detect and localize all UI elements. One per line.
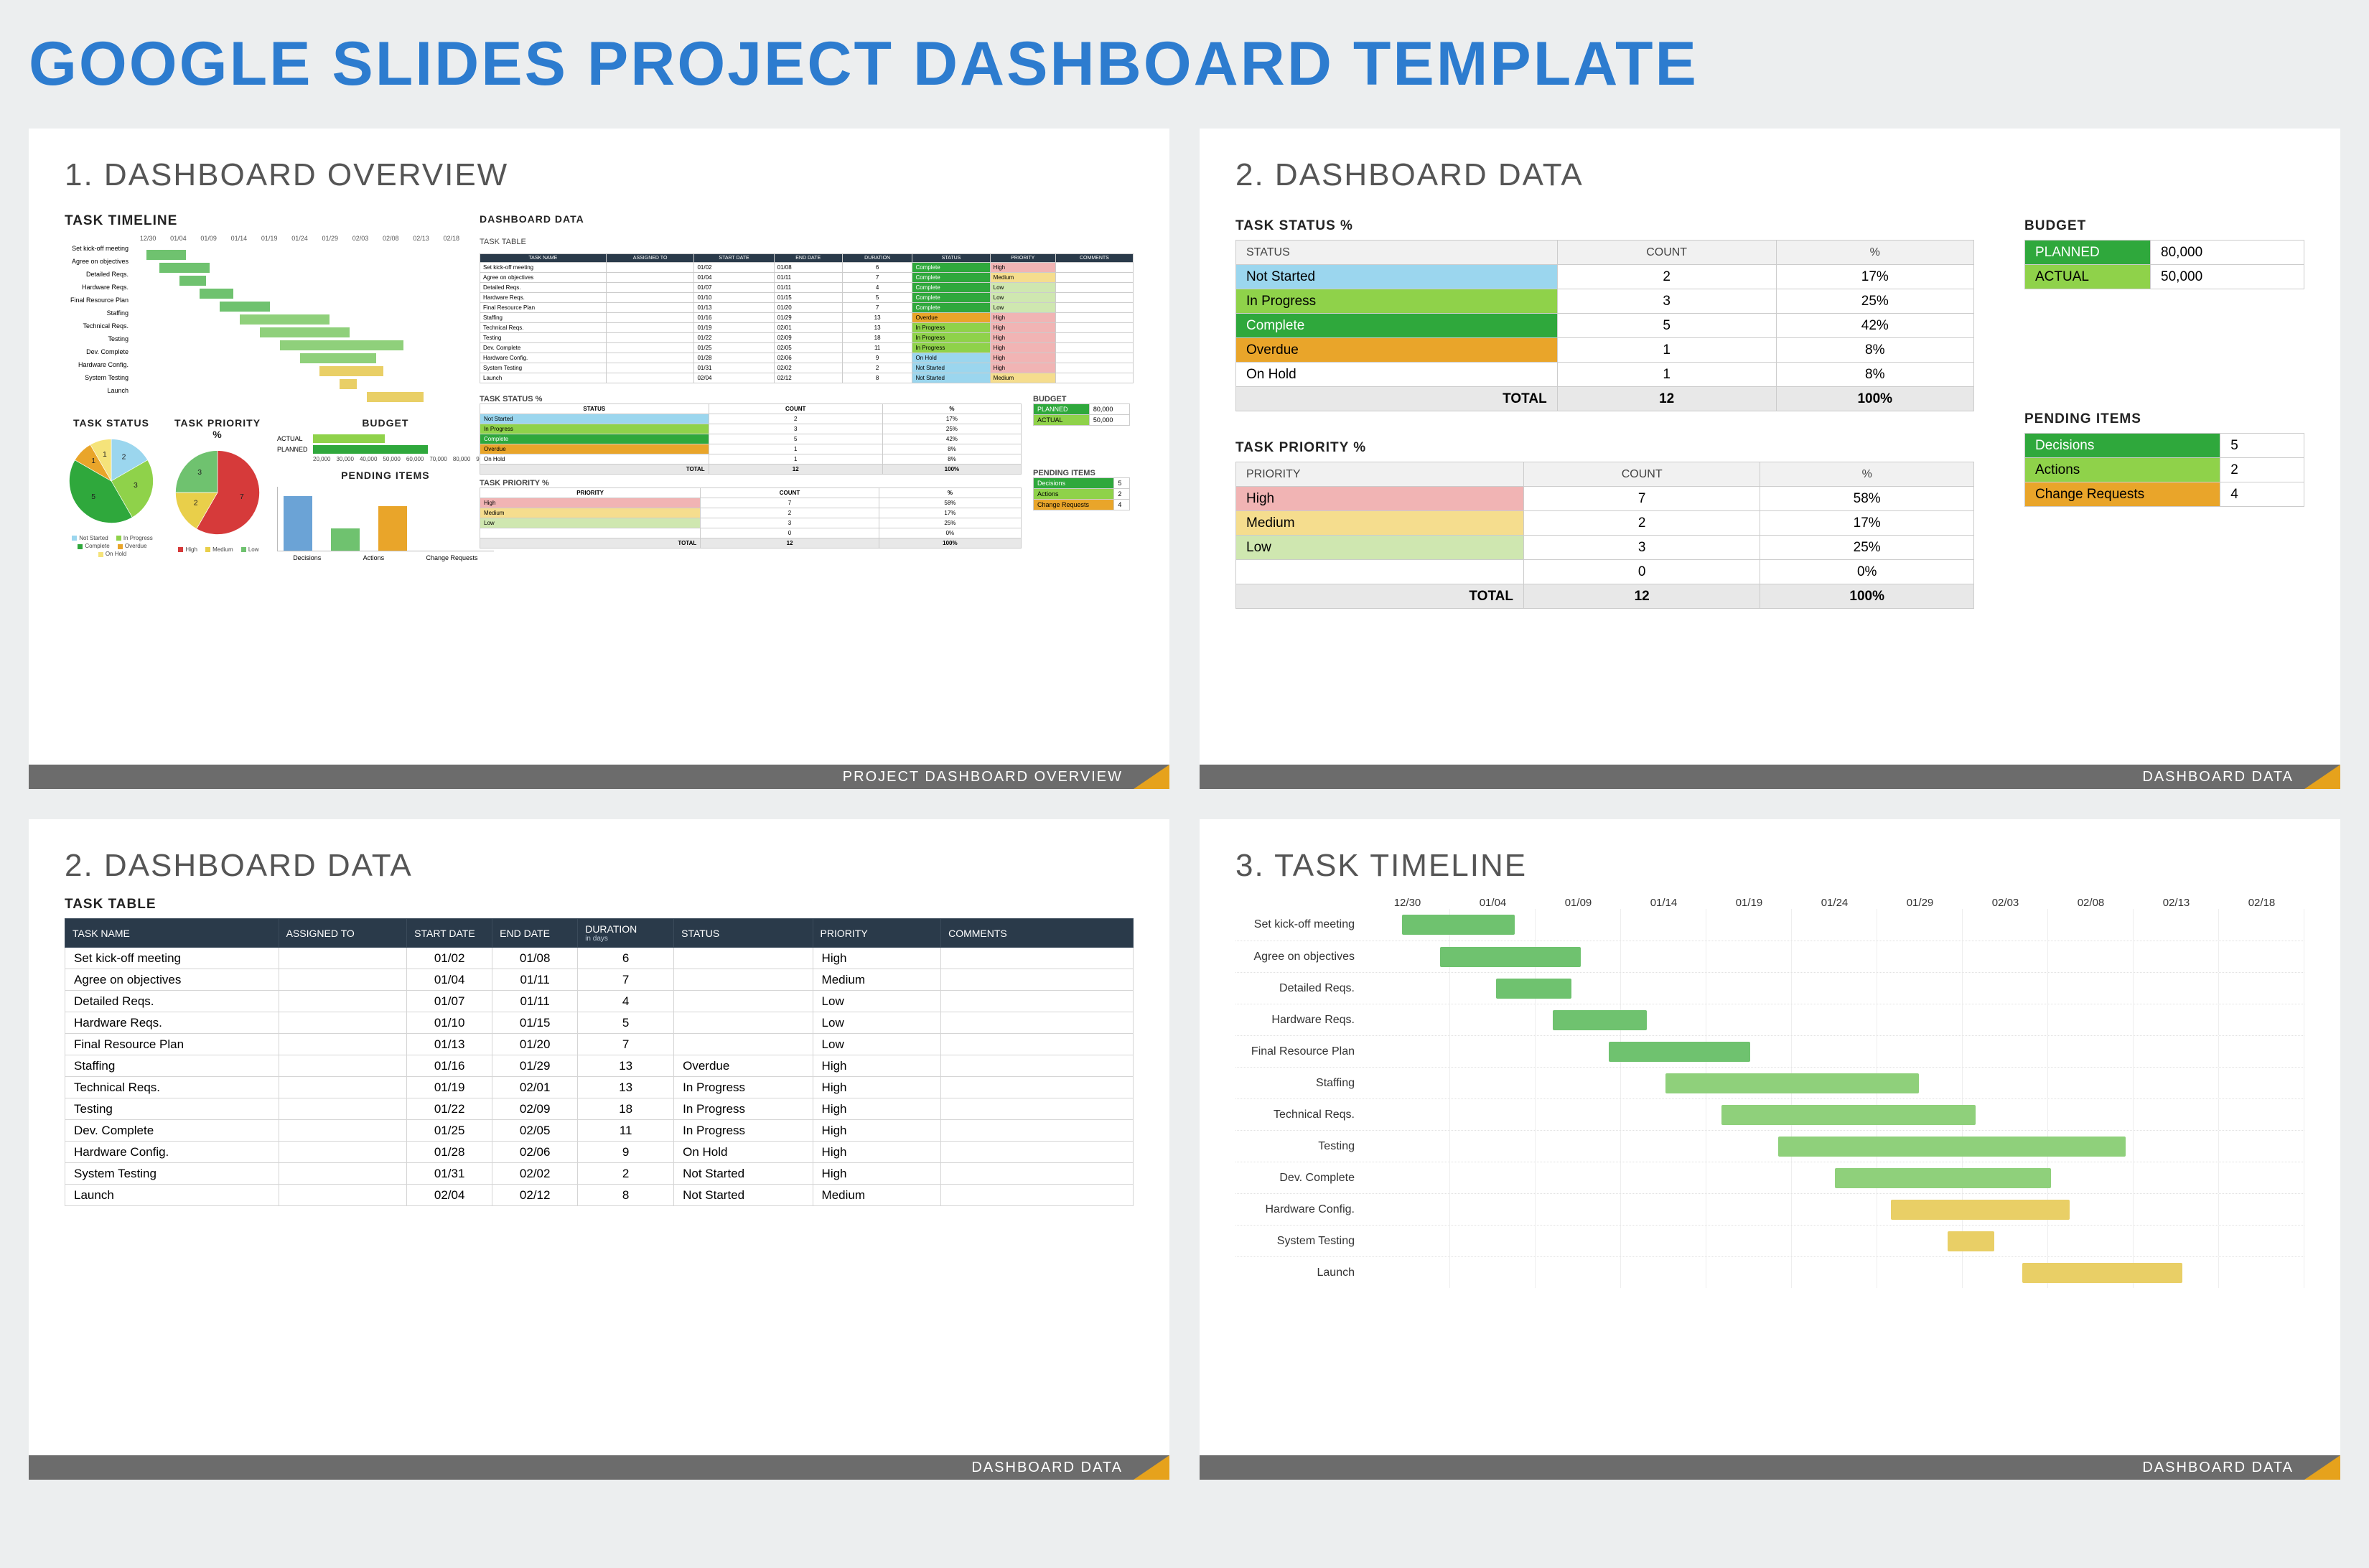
gantt-row: Launch [1235, 1256, 2304, 1288]
pending-bar-chart: DecisionsActionsChange Requests [277, 487, 494, 561]
table-row: Launch02/0402/128Not StartedMedium [65, 1185, 1134, 1206]
svg-text:3: 3 [134, 482, 138, 490]
gantt-row: Final Resource Plan [1235, 1035, 2304, 1067]
task-table-title-mini: TASK TABLE [480, 238, 1134, 246]
budget-title: BUDGET [2024, 218, 2304, 234]
gantt-row: Set kick-off meeting [1235, 909, 2304, 941]
planned-value: 80,000 [2151, 241, 2304, 265]
task-status-pie: TASK STATUS 23511 Not Started In Progres… [65, 410, 158, 559]
actual-val-kv: 50,000 [1089, 415, 1129, 426]
slide-heading: 2. DASHBOARD DATA [65, 848, 1134, 884]
priority-pie-title: TASK PRIORITY % [171, 417, 264, 440]
slide-dashboard-data-1: 2. DASHBOARD DATA TASK STATUS % STATUSCO… [1200, 129, 2340, 789]
svg-text:5: 5 [91, 493, 95, 501]
planned-label-kv: PLANNED [1034, 404, 1090, 415]
actual-label: ACTUAL [2025, 265, 2151, 289]
table-row: Testing01/2202/0918In ProgressHigh [65, 1098, 1134, 1120]
pending-title-mini: PENDING ITEMS [277, 470, 494, 481]
svg-text:7: 7 [240, 493, 244, 501]
table-row: Agree on objectives01/0401/117CompleteMe… [65, 969, 1134, 991]
priority-pct-title-mini: TASK PRIORITY % [480, 479, 1022, 487]
gantt-row: Hardware Reqs. [1235, 1004, 2304, 1035]
mini-status-table: STATUSCOUNT%Not Started217%In Progress32… [480, 403, 1022, 475]
slide-footer: DASHBOARD DATA [1200, 765, 2340, 789]
task-table-title: TASK TABLE [65, 897, 1134, 913]
slide-task-timeline: 3. TASK TIMELINE 12/3001/0401/0901/1401/… [1200, 819, 2340, 1480]
mini-gantt: 12/3001/0401/0901/1401/1901/2401/2902/03… [65, 235, 467, 397]
slide-footer: DASHBOARD DATA [1200, 1455, 2340, 1480]
mini-pending-table: Decisions5Actions2Change Requests4 [1033, 477, 1130, 510]
table-row: Hardware Config.01/2802/069On HoldHigh [65, 1142, 1134, 1163]
svg-text:1: 1 [91, 457, 95, 465]
budget-title-mini: BUDGET [277, 417, 494, 429]
svg-text:3: 3 [197, 469, 202, 477]
mini-budget-table: PLANNED80,000 ACTUAL50,000 [1033, 403, 1130, 426]
table-row: Set kick-off meeting01/0201/086CompleteH… [65, 948, 1134, 969]
data-title-mini: DASHBOARD DATA [480, 213, 1134, 225]
budget-title-kv: BUDGET [1033, 395, 1134, 403]
planned-label-mini: PLANNED [277, 446, 313, 453]
status-table: STATUSCOUNT%Not Started217%In Progress32… [1235, 240, 1974, 411]
mini-priority-table: PRIORITYCOUNT%High758%Medium217%Low325%0… [480, 487, 1022, 549]
gantt-row: Testing [1235, 1130, 2304, 1162]
page-title: GOOGLE SLIDES PROJECT DASHBOARD TEMPLATE [29, 29, 2340, 100]
budget-table: PLANNED80,000 ACTUAL50,000 [2024, 240, 2304, 289]
status-pct-title-mini: TASK STATUS % [480, 395, 1022, 403]
gantt-row: Detailed Reqs. [1235, 972, 2304, 1004]
gantt-row: System Testing [1235, 1225, 2304, 1256]
pending-title-kv: PENDING ITEMS [1033, 469, 1134, 477]
priority-table: PRIORITYCOUNT%High758%Medium217%Low325%0… [1235, 462, 1974, 609]
table-row: Final Resource Plan01/1301/207CompleteLo… [65, 1034, 1134, 1055]
svg-text:2: 2 [122, 454, 126, 462]
svg-text:2: 2 [194, 500, 198, 508]
gantt-row: Agree on objectives [1235, 941, 2304, 972]
gantt-row: Dev. Complete [1235, 1162, 2304, 1193]
slide-heading: 1. DASHBOARD OVERVIEW [65, 157, 1134, 193]
table-row: Hardware Reqs.01/1001/155CompleteLow [65, 1012, 1134, 1034]
slide-footer: DASHBOARD DATA [29, 1455, 1169, 1480]
status-pie-title: TASK STATUS [65, 417, 158, 429]
status-title: TASK STATUS % [1235, 218, 1974, 234]
slide-footer: PROJECT DASHBOARD OVERVIEW [29, 765, 1169, 789]
slide-heading: 2. DASHBOARD DATA [1235, 157, 2304, 193]
pending-table: Decisions5Actions2Change Requests4 [2024, 433, 2304, 507]
slide-dashboard-data-2: 2. DASHBOARD DATA TASK TABLE TASK NAMEAS… [29, 819, 1169, 1480]
priority-title: TASK PRIORITY % [1235, 440, 1974, 456]
table-row: Detailed Reqs.01/0701/114CompleteLow [65, 991, 1134, 1012]
gantt-chart: 12/3001/0401/0901/1401/1901/2401/2902/03… [1235, 897, 2304, 1288]
gantt-row: Staffing [1235, 1067, 2304, 1098]
planned-val-kv: 80,000 [1089, 404, 1129, 415]
slide-grid: 1. DASHBOARD OVERVIEW TASK TIMELINE 12/3… [29, 129, 2340, 1480]
svg-text:1: 1 [103, 451, 107, 459]
mini-task-table: TASK NAMEASSIGNED TOSTART DATEEND DATEDU… [480, 253, 1134, 383]
slide-overview: 1. DASHBOARD OVERVIEW TASK TIMELINE 12/3… [29, 129, 1169, 789]
table-row: Technical Reqs.01/1902/0113In ProgressHi… [65, 1077, 1134, 1098]
budget-hbar: ACTUAL PLANNED 20,00030,00040,00050,0006… [277, 434, 494, 462]
actual-value: 50,000 [2151, 265, 2304, 289]
task-table: TASK NAMEASSIGNED TOSTART DATEEND DATEDU… [65, 918, 1134, 1206]
task-priority-pie: TASK PRIORITY % 723 High Medium Low [171, 410, 264, 554]
actual-label-kv: ACTUAL [1034, 415, 1090, 426]
gantt-row: Technical Reqs. [1235, 1098, 2304, 1130]
table-row: Staffing01/1601/2913OverdueHigh [65, 1055, 1134, 1077]
planned-label: PLANNED [2025, 241, 2151, 265]
table-row: System Testing01/3102/022Not StartedHigh [65, 1163, 1134, 1185]
timeline-title: TASK TIMELINE [65, 213, 467, 229]
gantt-row: Hardware Config. [1235, 1193, 2304, 1225]
pending-items-title: PENDING ITEMS [2024, 411, 2304, 427]
table-row: Dev. Complete01/2502/0511In ProgressHigh [65, 1120, 1134, 1142]
actual-label-mini: ACTUAL [277, 435, 313, 442]
slide-heading: 3. TASK TIMELINE [1235, 848, 2304, 884]
